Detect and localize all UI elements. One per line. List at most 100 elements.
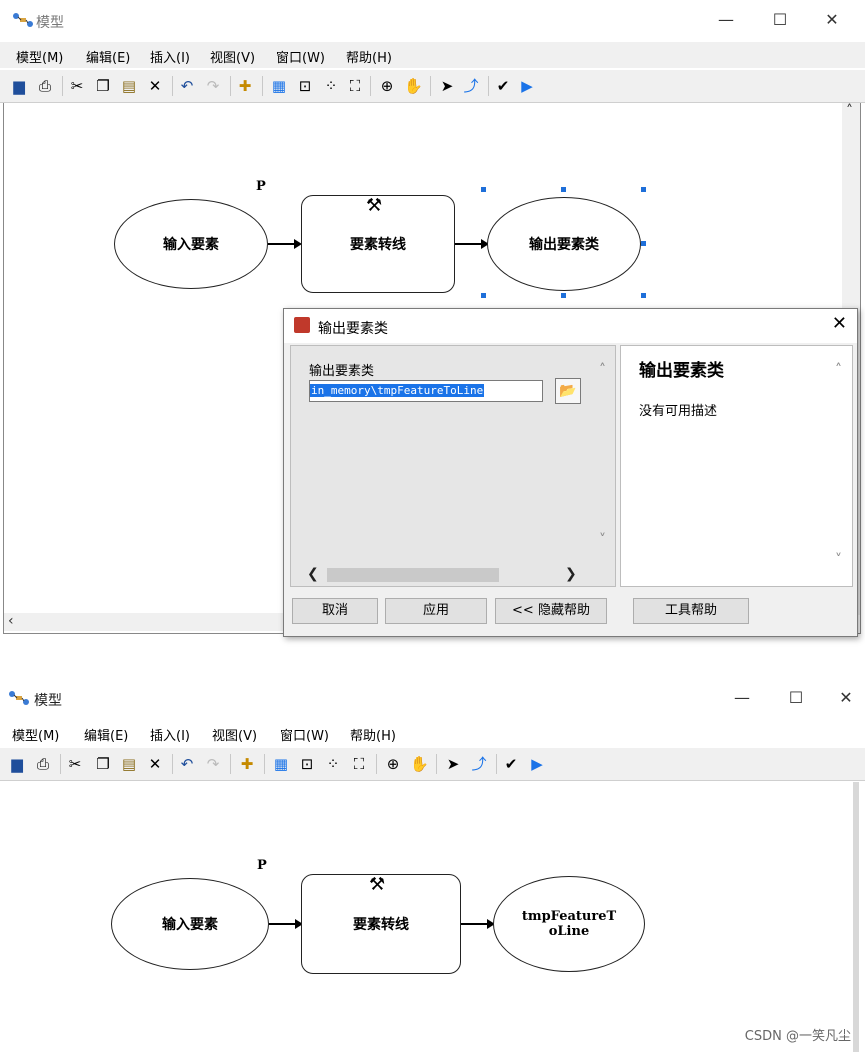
selection-handle[interactable] [561, 187, 566, 192]
minimize-button[interactable]: — [722, 684, 762, 712]
print-icon[interactable]: ⎙ [36, 76, 54, 96]
menu-view[interactable]: 视图(V) [212, 725, 257, 744]
menu-help[interactable]: 帮助(H) [350, 725, 396, 744]
full-extent-icon[interactable]: ⊡ [296, 76, 314, 96]
menu-window[interactable]: 窗口(W) [280, 725, 329, 744]
scroll-left-icon[interactable]: ‹ [8, 613, 14, 629]
menu-window[interactable]: 窗口(W) [276, 47, 325, 66]
close-button[interactable]: ✕ [826, 684, 865, 712]
horizontal-scroll-thumb[interactable] [327, 568, 499, 582]
undo-icon[interactable]: ↶ [178, 754, 196, 774]
toolbar: ▆ ⎙ ✂ ❐ ▤ ✕ ↶ ↷ ✚ ▦ ⊡ ⁘ ⛶ ⊕ ✋ ➤ ⤴ ✔ ▶ [0, 70, 865, 103]
help-description: 没有可用描述 [639, 404, 718, 419]
scroll-up-icon[interactable]: ˄ [846, 103, 853, 119]
menu-view[interactable]: 视图(V) [210, 47, 255, 66]
minimize-button[interactable]: — [706, 6, 746, 34]
toolbar-separator [430, 76, 431, 96]
scroll-left-icon[interactable]: ❮ [307, 566, 319, 582]
print-icon[interactable]: ⎙ [34, 754, 52, 774]
toolbar-separator [172, 76, 173, 96]
zoom-out-fixed-icon[interactable]: ⛶ [350, 754, 368, 774]
cancel-button[interactable]: 取消 [292, 598, 378, 624]
selection-handle[interactable] [641, 187, 646, 192]
zoom-in-fixed-icon[interactable]: ⁘ [322, 76, 340, 96]
delete-icon[interactable]: ✕ [146, 754, 164, 774]
model-canvas[interactable]: P 输入要素 要素转线 ⚒ tmpFeatureT oLine [3, 782, 859, 1052]
zoom-in-fixed-icon[interactable]: ⁘ [324, 754, 342, 774]
toolbar-separator [172, 754, 173, 774]
save-icon[interactable]: ▆ [10, 76, 28, 96]
menu-help[interactable]: 帮助(H) [346, 47, 392, 66]
selection-handle[interactable] [641, 241, 646, 246]
menu-edit[interactable]: 编辑(E) [84, 725, 128, 744]
auto-layout-icon[interactable]: ▦ [272, 754, 290, 774]
pan-icon[interactable]: ✋ [404, 76, 423, 96]
run-icon[interactable]: ▶ [518, 76, 536, 96]
hide-help-button[interactable]: << 隐藏帮助 [495, 598, 607, 624]
pan-icon[interactable]: ✋ [410, 754, 429, 774]
toolbar-separator [436, 754, 437, 774]
selection-handle[interactable] [641, 293, 646, 298]
redo-icon[interactable]: ↷ [204, 754, 222, 774]
model-window-bottom: 模型 — ☐ ✕ 模型(M) 编辑(E) 插入(I) 视图(V) 窗口(W) 帮… [0, 678, 865, 1052]
menu-model[interactable]: 模型(M) [16, 47, 63, 66]
scroll-up-icon[interactable]: ˄ [835, 362, 842, 378]
connector-arrow [455, 239, 489, 249]
input-features-node[interactable]: 输入要素 [114, 199, 268, 289]
selection-handle[interactable] [481, 187, 486, 192]
apply-button[interactable]: 应用 [385, 598, 487, 624]
menu-model[interactable]: 模型(M) [12, 725, 59, 744]
connect-icon[interactable]: ⤴ [462, 76, 480, 96]
zoom-out-fixed-icon[interactable]: ⛶ [346, 76, 364, 96]
copy-icon[interactable]: ❐ [94, 754, 112, 774]
auto-layout-icon[interactable]: ▦ [270, 76, 288, 96]
cut-icon[interactable]: ✂ [66, 754, 84, 774]
output-feature-class-node[interactable]: 输出要素类 [487, 197, 641, 291]
select-icon[interactable]: ➤ [438, 76, 456, 96]
copy-icon[interactable]: ❐ [94, 76, 112, 96]
menu-insert[interactable]: 插入(I) [150, 725, 190, 744]
toolbar-separator [376, 754, 377, 774]
select-icon[interactable]: ➤ [444, 754, 462, 774]
scroll-up-icon[interactable]: ˄ [599, 362, 606, 378]
maximize-button[interactable]: ☐ [776, 684, 816, 712]
field-label: 输出要素类 [309, 364, 375, 379]
toolbar-separator [370, 76, 371, 96]
menu-edit[interactable]: 编辑(E) [86, 47, 130, 66]
selection-handle[interactable] [561, 293, 566, 298]
close-button[interactable]: ✕ [812, 6, 852, 34]
redo-icon[interactable]: ↷ [204, 76, 222, 96]
tool-help-button[interactable]: 工具帮助 [633, 598, 749, 624]
connect-icon[interactable]: ⤴ [470, 754, 488, 774]
paste-icon[interactable]: ▤ [120, 754, 138, 774]
input-features-node[interactable]: 输入要素 [111, 878, 269, 970]
menu-insert[interactable]: 插入(I) [150, 47, 190, 66]
parameter-marker: P [257, 858, 267, 873]
full-extent-icon[interactable]: ⊡ [298, 754, 316, 774]
paste-icon[interactable]: ▤ [120, 76, 138, 96]
output-path-value[interactable]: in_memory\tmpFeatureToLine [310, 384, 485, 397]
zoom-in-icon[interactable]: ⊕ [378, 76, 396, 96]
scroll-down-icon[interactable]: ˅ [599, 532, 606, 548]
add-data-icon[interactable]: ✚ [236, 76, 254, 96]
menu-bar: 模型(M) 编辑(E) 插入(I) 视图(V) 窗口(W) 帮助(H) [0, 720, 865, 746]
scroll-right-icon[interactable]: ❯ [565, 566, 577, 582]
output-path-input[interactable]: in_memory\tmpFeatureToLine [309, 380, 543, 402]
dialog-close-button[interactable]: ✕ [832, 313, 847, 334]
undo-icon[interactable]: ↶ [178, 76, 196, 96]
browse-folder-icon[interactable]: 📂 [555, 378, 581, 404]
run-icon[interactable]: ▶ [528, 754, 546, 774]
zoom-in-icon[interactable]: ⊕ [384, 754, 402, 774]
validate-icon[interactable]: ✔ [494, 76, 512, 96]
maximize-button[interactable]: ☐ [760, 6, 800, 34]
dialog-title: 输出要素类 [318, 321, 388, 337]
validate-icon[interactable]: ✔ [502, 754, 520, 774]
selection-handle[interactable] [481, 293, 486, 298]
scroll-down-icon[interactable]: ˅ [835, 552, 842, 568]
cut-icon[interactable]: ✂ [68, 76, 86, 96]
output-feature-class-node[interactable]: tmpFeatureT oLine [493, 876, 645, 972]
vertical-scrollbar[interactable] [853, 782, 859, 1052]
add-data-icon[interactable]: ✚ [238, 754, 256, 774]
save-icon[interactable]: ▆ [8, 754, 26, 774]
delete-icon[interactable]: ✕ [146, 76, 164, 96]
